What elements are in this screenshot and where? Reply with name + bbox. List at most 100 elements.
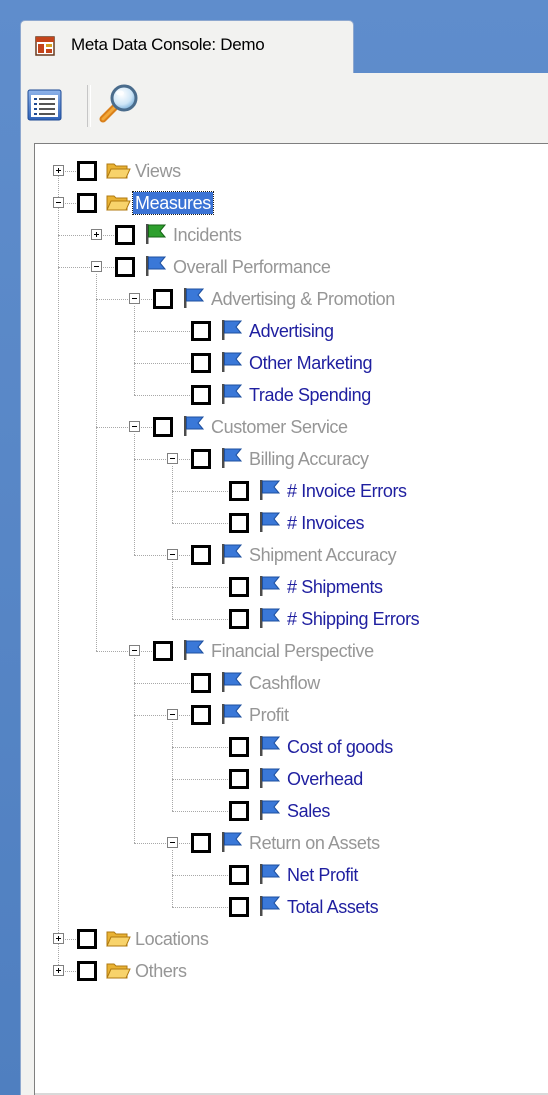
node-checkbox[interactable]	[191, 705, 211, 725]
tree-guide-line	[172, 587, 232, 588]
tree-node-financial-perspective[interactable]: Financial Perspective	[35, 638, 535, 668]
tree-guide-line	[172, 747, 232, 748]
tree-node-label[interactable]: # Shipping Errors	[287, 608, 420, 630]
tree-node-label[interactable]: Total Assets	[287, 896, 379, 918]
node-checkbox[interactable]	[229, 769, 249, 789]
node-checkbox[interactable]	[191, 385, 211, 405]
expand-icon[interactable]	[53, 165, 64, 176]
collapse-icon[interactable]	[91, 261, 102, 272]
search-button[interactable]	[95, 81, 141, 127]
node-checkbox[interactable]	[77, 161, 97, 181]
tree-node-shipments[interactable]: # Shipments	[35, 574, 535, 604]
tree-node-label[interactable]: Advertising & Promotion	[211, 288, 395, 310]
tree-node-label[interactable]: Overall Performance	[173, 256, 331, 278]
tree-guide-line	[172, 811, 232, 812]
tree-node-invoices[interactable]: # Invoices	[35, 510, 535, 540]
node-checkbox[interactable]	[153, 417, 173, 437]
tree-node-overall-performance[interactable]: Overall Performance	[35, 254, 535, 284]
tree-node-invoice-errors[interactable]: # Invoice Errors	[35, 478, 535, 508]
node-checkbox[interactable]	[229, 577, 249, 597]
collapse-icon[interactable]	[167, 837, 178, 848]
tree-node-label[interactable]: Sales	[287, 800, 330, 822]
tree-node-label[interactable]: Financial Perspective	[211, 640, 374, 662]
node-checkbox[interactable]	[115, 257, 135, 277]
tree-node-others[interactable]: Others	[35, 958, 535, 988]
node-checkbox[interactable]	[153, 289, 173, 309]
collapse-icon[interactable]	[167, 709, 178, 720]
node-checkbox[interactable]	[153, 641, 173, 661]
tree-node-customer-service[interactable]: Customer Service	[35, 414, 535, 444]
tree-node-label[interactable]: Locations	[135, 928, 209, 950]
node-checkbox[interactable]	[77, 961, 97, 981]
node-checkbox[interactable]	[229, 609, 249, 629]
tree-node-views[interactable]: Views	[35, 158, 535, 188]
node-checkbox[interactable]	[191, 321, 211, 341]
tree-node-total-assets[interactable]: Total Assets	[35, 894, 535, 924]
node-checkbox[interactable]	[191, 673, 211, 693]
tree-node-overhead[interactable]: Overhead	[35, 766, 535, 796]
tree-node-billing-accuracy[interactable]: Billing Accuracy	[35, 446, 535, 476]
tree-node-label[interactable]: Shipment Accuracy	[249, 544, 397, 566]
tree-node-cashflow[interactable]: Cashflow	[35, 670, 535, 700]
tree-node-label[interactable]: Views	[135, 160, 181, 182]
node-checkbox[interactable]	[229, 801, 249, 821]
tree-node-advertising[interactable]: Advertising	[35, 318, 535, 348]
tree-node-label[interactable]: # Invoice Errors	[287, 480, 407, 502]
tree-node-measures[interactable]: Measures	[35, 190, 535, 220]
tree-node-label[interactable]: Profit	[249, 704, 289, 726]
node-checkbox[interactable]	[77, 193, 97, 213]
tree-node-incidents[interactable]: Incidents	[35, 222, 535, 252]
tree-node-shipping-errors[interactable]: # Shipping Errors	[35, 606, 535, 636]
tree-node-other-marketing[interactable]: Other Marketing	[35, 350, 535, 380]
tree-node-label[interactable]: # Shipments	[287, 576, 383, 598]
tree-node-label[interactable]: Customer Service	[211, 416, 348, 438]
node-checkbox[interactable]	[77, 929, 97, 949]
node-checkbox[interactable]	[191, 353, 211, 373]
node-checkbox[interactable]	[191, 545, 211, 565]
blue-flag-icon	[257, 894, 283, 918]
node-checkbox[interactable]	[229, 865, 249, 885]
expand-icon[interactable]	[91, 229, 102, 240]
node-checkbox[interactable]	[229, 737, 249, 757]
tree-node-label[interactable]: Incidents	[173, 224, 242, 246]
collapse-icon[interactable]	[53, 197, 64, 208]
tree-node-profit[interactable]: Profit	[35, 702, 535, 732]
tree-node-advertising-promotion[interactable]: Advertising & Promotion	[35, 286, 535, 316]
tree-node-cost-of-goods[interactable]: Cost of goods	[35, 734, 535, 764]
collapse-icon[interactable]	[129, 293, 140, 304]
collapse-icon[interactable]	[167, 453, 178, 464]
blue-flag-icon	[181, 414, 207, 438]
tree-node-label[interactable]: Cashflow	[249, 672, 320, 694]
tree-node-label[interactable]: Other Marketing	[249, 352, 372, 374]
tree-node-label[interactable]: Trade Spending	[249, 384, 371, 406]
tree-node-label[interactable]: Others	[135, 960, 187, 982]
collapse-icon[interactable]	[167, 549, 178, 560]
tree-node-label[interactable]: Measures	[132, 191, 214, 215]
tree-node-trade-spending[interactable]: Trade Spending	[35, 382, 535, 412]
node-checkbox[interactable]	[191, 833, 211, 853]
tree-node-label[interactable]: Billing Accuracy	[249, 448, 369, 470]
tree-node-label[interactable]: Advertising	[249, 320, 334, 342]
metadata-tree[interactable]: Views Measures Incidents Overall Performanc…	[34, 143, 548, 1095]
tab-meta-data-console[interactable]: Meta Data Console: Demo	[20, 20, 354, 74]
tree-node-label[interactable]: Net Profit	[287, 864, 358, 886]
tree-node-label[interactable]: Overhead	[287, 768, 363, 790]
collapse-icon[interactable]	[129, 421, 140, 432]
tree-node-return-on-assets[interactable]: Return on Assets	[35, 830, 535, 860]
tree-node-sales[interactable]: Sales	[35, 798, 535, 828]
tree-node-label[interactable]: Cost of goods	[287, 736, 393, 758]
node-checkbox[interactable]	[229, 481, 249, 501]
expand-icon[interactable]	[53, 933, 64, 944]
tree-node-shipment-accuracy[interactable]: Shipment Accuracy	[35, 542, 535, 572]
expand-icon[interactable]	[53, 965, 64, 976]
tree-node-label[interactable]: # Invoices	[287, 512, 364, 534]
node-checkbox[interactable]	[229, 897, 249, 917]
node-checkbox[interactable]	[229, 513, 249, 533]
tree-node-net-profit[interactable]: Net Profit	[35, 862, 535, 892]
node-checkbox[interactable]	[115, 225, 135, 245]
list-view-button[interactable]	[25, 86, 65, 124]
node-checkbox[interactable]	[191, 449, 211, 469]
tree-node-locations[interactable]: Locations	[35, 926, 535, 956]
tree-node-label[interactable]: Return on Assets	[249, 832, 380, 854]
collapse-icon[interactable]	[129, 645, 140, 656]
